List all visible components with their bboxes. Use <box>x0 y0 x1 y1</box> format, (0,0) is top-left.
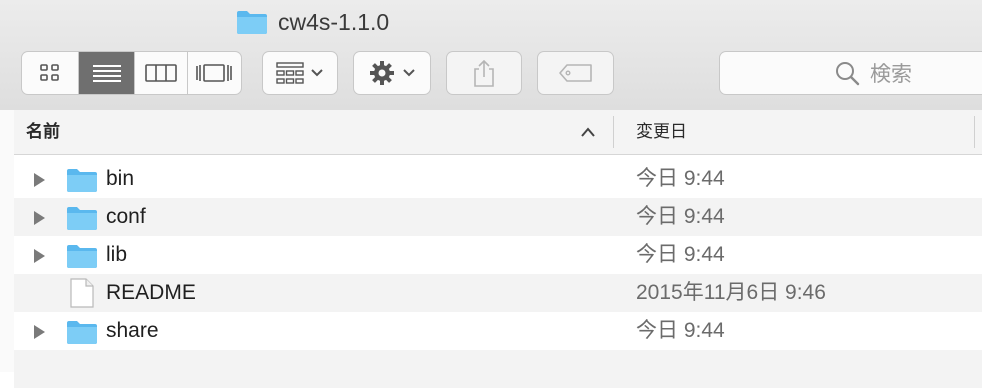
file-row-readme[interactable]: README 2015年11月6日 9:46 <box>14 274 982 312</box>
file-date: 今日 9:44 <box>636 319 725 342</box>
disclosure-triangle-icon[interactable] <box>32 324 46 340</box>
disclosure-triangle-icon[interactable] <box>32 248 46 264</box>
list-view-button[interactable] <box>79 52 135 94</box>
file-row-lib[interactable]: lib 今日 9:44 <box>14 236 982 274</box>
column-view-icon <box>144 64 177 82</box>
sort-ascending-icon[interactable] <box>580 126 596 138</box>
file-name: README <box>106 281 196 304</box>
file-name: lib <box>106 243 128 266</box>
window-title: cw4s-1.1.0 <box>236 5 389 39</box>
file-date: 今日 9:44 <box>636 167 725 190</box>
folder-icon <box>67 321 97 344</box>
gear-icon <box>370 61 394 85</box>
chevron-down-icon <box>311 69 323 77</box>
share-icon <box>474 59 494 87</box>
coverflow-view-button[interactable] <box>188 52 242 94</box>
window-title-text: cw4s-1.1.0 <box>278 8 390 35</box>
icon-view-button[interactable] <box>22 52 80 94</box>
file-name: conf <box>106 205 146 228</box>
coverflow-view-icon <box>196 64 233 82</box>
column-header: 名前 変更日 <box>14 110 982 155</box>
toolbar: cw4s-1.1.0 検索 <box>0 0 982 111</box>
search-placeholder: 検索 <box>870 63 912 86</box>
search-icon <box>836 62 860 86</box>
arrange-button[interactable] <box>262 51 338 95</box>
file-row-conf[interactable]: conf 今日 9:44 <box>14 198 982 236</box>
view-mode-control <box>21 51 242 95</box>
column-divider[interactable] <box>974 116 975 148</box>
column-divider[interactable] <box>613 116 614 148</box>
icon-view-icon <box>40 64 60 81</box>
folder-icon <box>67 207 97 230</box>
action-button[interactable] <box>353 51 431 95</box>
list-view-icon <box>92 65 121 82</box>
column-view-button[interactable] <box>135 52 188 94</box>
folder-icon <box>67 245 97 268</box>
disclosure-triangle-icon[interactable] <box>32 172 46 188</box>
file-row-bin[interactable]: bin 今日 9:44 <box>14 160 982 198</box>
chevron-down-icon <box>403 69 415 77</box>
file-list: bin 今日 9:44 conf 今日 9:44 lib 今日 9:44 REA… <box>14 160 982 388</box>
empty-row <box>14 350 982 388</box>
tag-button[interactable] <box>537 51 614 95</box>
arrange-icon <box>276 62 304 84</box>
folder-icon <box>67 169 97 192</box>
tag-icon <box>558 64 592 82</box>
search-field[interactable]: 検索 <box>719 51 982 95</box>
document-icon <box>70 278 94 308</box>
file-row-share[interactable]: share 今日 9:44 <box>14 312 982 350</box>
folder-icon <box>236 9 268 35</box>
column-header-date[interactable]: 変更日 <box>636 110 687 154</box>
disclosure-triangle-icon[interactable] <box>32 210 46 226</box>
file-date: 今日 9:44 <box>636 205 725 228</box>
file-date: 今日 9:44 <box>636 243 725 266</box>
share-button[interactable] <box>446 51 522 95</box>
file-name: share <box>106 319 159 342</box>
column-header-name[interactable]: 名前 <box>26 110 60 154</box>
sidebar-edge <box>0 110 14 372</box>
file-name: bin <box>106 167 135 190</box>
file-date: 2015年11月6日 9:46 <box>636 281 826 304</box>
